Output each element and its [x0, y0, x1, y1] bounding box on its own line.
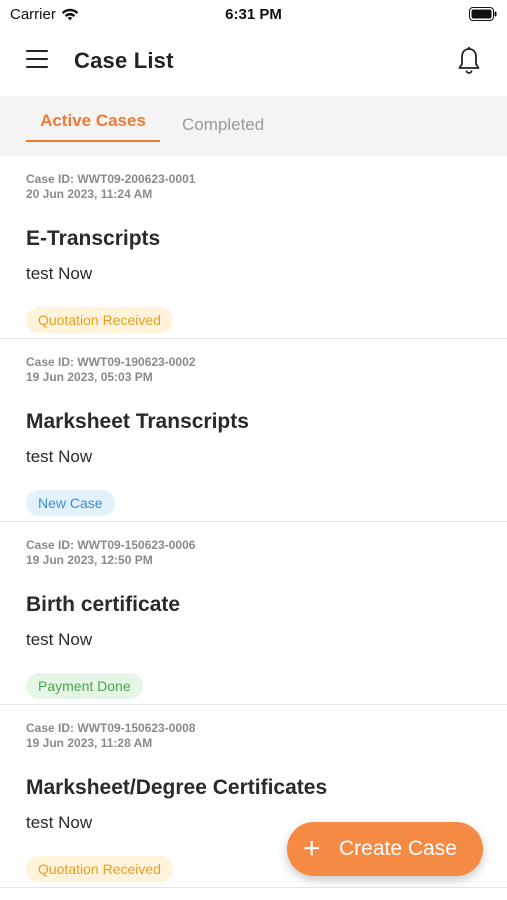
- status-bar: Carrier 6:31 PM: [0, 0, 507, 30]
- case-date: 19 Jun 2023, 11:28 AM: [26, 736, 153, 750]
- status-badge: Quotation Received: [26, 307, 173, 333]
- menu-icon[interactable]: [26, 50, 52, 72]
- case-id: Case ID: WWT09-150623-0008: [26, 721, 196, 735]
- status-time: 6:31 PM: [225, 6, 282, 23]
- case-card[interactable]: Case ID: WWT09-200623-0001 20 Jun 2023, …: [0, 156, 507, 339]
- case-tabs: Active Cases Completed: [0, 96, 507, 156]
- case-id: Case ID: WWT09-200623-0001: [26, 172, 196, 186]
- create-case-button[interactable]: + Create Case: [287, 822, 483, 876]
- create-case-label: Create Case: [339, 837, 457, 860]
- case-title: Marksheet/Degree Certificates: [26, 776, 328, 799]
- case-title: E-Transcripts: [26, 227, 161, 250]
- page-title: Case List: [74, 48, 174, 73]
- case-date: 19 Jun 2023, 12:50 PM: [26, 553, 153, 567]
- case-subtitle: test Now: [26, 447, 93, 466]
- tab-active-cases[interactable]: Active Cases: [26, 111, 160, 142]
- battery-icon: [469, 7, 497, 21]
- bell-icon[interactable]: [455, 46, 483, 76]
- app-header: Case List: [0, 38, 507, 88]
- case-subtitle: test Now: [26, 264, 93, 283]
- status-badge: Payment Done: [26, 673, 143, 699]
- case-id: Case ID: WWT09-150623-0006: [26, 538, 196, 552]
- status-badge: New Case: [26, 490, 115, 516]
- case-date: 20 Jun 2023, 11:24 AM: [26, 187, 153, 201]
- case-date: 19 Jun 2023, 05:03 PM: [26, 370, 153, 384]
- case-title: Marksheet Transcripts: [26, 410, 249, 433]
- case-card[interactable]: Case ID: WWT09-190623-0002 19 Jun 2023, …: [0, 339, 507, 522]
- case-list: Case ID: WWT09-200623-0001 20 Jun 2023, …: [0, 156, 507, 888]
- plus-icon: +: [303, 832, 321, 865]
- tab-completed[interactable]: Completed: [182, 115, 264, 135]
- case-card[interactable]: Case ID: WWT09-150623-0006 19 Jun 2023, …: [0, 522, 507, 705]
- status-badge: Quotation Received: [26, 856, 173, 882]
- case-subtitle: test Now: [26, 630, 93, 649]
- case-title: Birth certificate: [26, 593, 181, 616]
- case-id: Case ID: WWT09-190623-0002: [26, 355, 196, 369]
